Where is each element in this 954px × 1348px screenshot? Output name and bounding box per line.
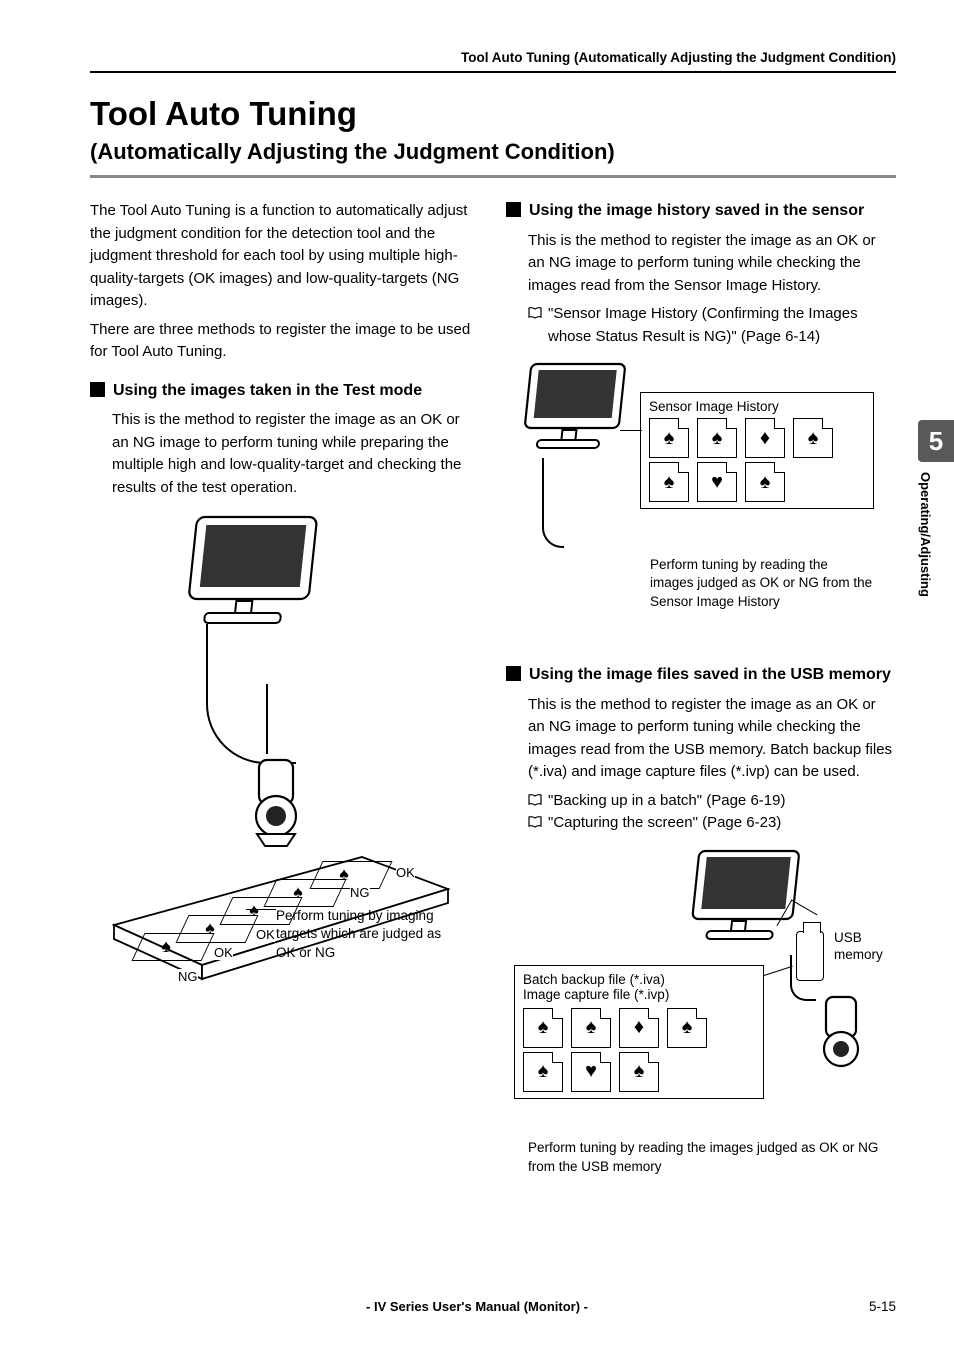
figure-3-caption: Perform tuning by reading the images jud… (506, 1139, 896, 1177)
intro-paragraph-1: The Tool Auto Tuning is a function to au… (90, 200, 480, 313)
camera-icon (810, 993, 872, 1083)
section-1-heading-text: Using the images taken in the Test mode (113, 380, 422, 402)
left-column: The Tool Auto Tuning is a function to au… (90, 200, 480, 1182)
image-file-icon: ♠ (697, 418, 737, 458)
callout-leader-line (764, 965, 793, 975)
ng-badge: NG (350, 885, 370, 900)
section-2-reference: "Sensor Image History (Confirming the Im… (506, 303, 896, 348)
section-1-body: This is the method to register the image… (90, 409, 480, 499)
page-footer: - IV Series User's Manual (Monitor) - 5-… (0, 1299, 954, 1314)
section-2-heading-text: Using the image history saved in the sen… (529, 200, 864, 222)
part-icon: ♠ (131, 933, 214, 961)
section-3-reference-1: "Backing up in a batch" (Page 6-19) (506, 790, 896, 813)
camera-icon (241, 754, 311, 854)
image-file-icon: ♦ (619, 1008, 659, 1048)
image-file-icon: ♠ (619, 1052, 659, 1092)
square-bullet-icon (506, 666, 521, 681)
image-file-icon: ♠ (649, 418, 689, 458)
figure-1-callout: Perform tuning by imaging targets which … (276, 907, 456, 962)
section-3-heading: Using the image files saved in the USB m… (506, 664, 896, 686)
figure-image-history: Sensor Image History ♠ ♠ ♦ ♠ ♠ ♥ ♠ Perfo… (512, 358, 882, 648)
section-3-reference-2: "Capturing the screen" (Page 6-23) (506, 812, 896, 835)
chapter-side-tab: 5 Operating/Adjusting (918, 420, 954, 597)
section-3-heading-text: Using the image files saved in the USB m… (529, 664, 891, 686)
section-2-body: This is the method to register the image… (506, 230, 896, 298)
intro-paragraph-2: There are three methods to register the … (90, 319, 480, 364)
image-file-icon: ♠ (523, 1052, 563, 1092)
image-file-icon: ♥ (697, 462, 737, 502)
ok-badge: OK (214, 945, 233, 960)
title-rule (90, 175, 896, 178)
page-subtitle: (Automatically Adjusting the Judgment Co… (90, 139, 896, 165)
usb-file-box: Batch backup file (*.iva) Image capture … (514, 965, 764, 1099)
book-icon (528, 794, 542, 806)
image-file-icon: ♥ (571, 1052, 611, 1092)
running-header: Tool Auto Tuning (Automatically Adjustin… (90, 50, 896, 71)
image-file-icon: ♠ (649, 462, 689, 502)
cable-icon (206, 624, 296, 764)
cable-icon (542, 458, 564, 548)
page-number: 5-15 (869, 1299, 896, 1314)
figure-test-mode: ♠ ♠ ♠ ♠ ♠ OK NG OK OK NG Perform tuning … (106, 509, 466, 1009)
image-file-icon: ♠ (793, 418, 833, 458)
section-3-body: This is the method to register the image… (506, 694, 896, 784)
section-3-reference-2-text: "Capturing the screen" (Page 6-23) (548, 812, 781, 835)
sensor-history-box: Sensor Image History ♠ ♠ ♦ ♠ ♠ ♥ ♠ (640, 392, 874, 509)
ok-badge: OK (256, 927, 275, 942)
footer-center: - IV Series User's Manual (Monitor) - (366, 1299, 588, 1314)
monitor-icon (176, 509, 346, 639)
callout-leader-line (246, 909, 276, 910)
usb-label: USB memory (834, 929, 892, 964)
chapter-label: Operating/Adjusting (918, 472, 941, 597)
usb-box-line-2: Image capture file (*.ivp) (523, 987, 755, 1002)
section-1-heading: Using the images taken in the Test mode (90, 380, 480, 402)
book-icon (528, 816, 542, 828)
image-file-icon: ♠ (571, 1008, 611, 1048)
figure-usb-memory: USB memory Batch backup file (*.iva) Ima… (512, 845, 892, 1135)
image-file-icon: ♠ (523, 1008, 563, 1048)
section-2-reference-text: "Sensor Image History (Confirming the Im… (548, 303, 896, 348)
monitor-icon (516, 358, 646, 462)
usb-box-line-1: Batch backup file (*.iva) (523, 972, 755, 987)
book-icon (528, 307, 542, 319)
image-file-icon: ♠ (745, 462, 785, 502)
ok-badge: OK (396, 865, 415, 880)
square-bullet-icon (90, 382, 105, 397)
image-file-icon: ♦ (745, 418, 785, 458)
section-3-reference-1-text: "Backing up in a batch" (Page 6-19) (548, 790, 785, 813)
chapter-number: 5 (918, 420, 954, 462)
section-2-heading: Using the image history saved in the sen… (506, 200, 896, 222)
image-file-icon: ♠ (667, 1008, 707, 1048)
figure-2-callout: Perform tuning by reading the images jud… (650, 556, 875, 611)
sensor-history-label: Sensor Image History (649, 399, 865, 414)
cable-icon (266, 684, 276, 754)
callout-leader-line (620, 430, 642, 431)
ng-badge: NG (178, 969, 198, 984)
right-column: Using the image history saved in the sen… (506, 200, 896, 1182)
square-bullet-icon (506, 202, 521, 217)
header-rule (90, 71, 896, 73)
page-title: Tool Auto Tuning (90, 95, 896, 133)
